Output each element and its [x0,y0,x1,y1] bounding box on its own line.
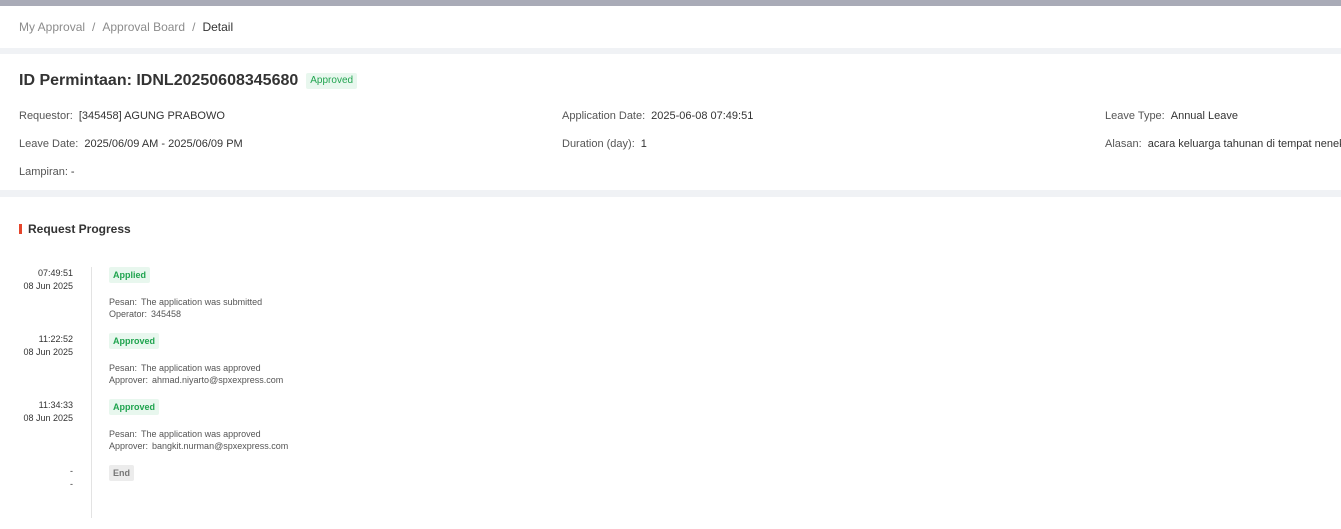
timeline-date: 08 Jun 2025 [23,281,73,291]
timeline-timestamp: 11:34:33 08 Jun 2025 [23,399,73,425]
section-title-text: Request Progress [28,222,131,236]
timeline-time: 11:22:52 [38,334,73,344]
timeline-date: 08 Jun 2025 [23,413,73,423]
timeline-message: Pesan: The application was approved [109,362,283,374]
section-title: Request Progress [19,222,131,236]
breadcrumb: My Approval / Approval Board / Detail [19,20,233,34]
field-value: Annual Leave [1170,110,1239,122]
actor-value: bangkit.nurman@spxexpress.com [152,441,289,451]
field-alasan: Alasan: acara keluarga tahunan di tempat … [1105,138,1341,150]
timeline-item: Approved Pesan: The application was appro… [109,399,288,452]
field-value: acara keluarga tahunan di tempat nenek [1147,138,1341,150]
field-value: 2025-06-08 07:49:51 [651,110,754,122]
message-text: The application was approved [141,429,261,439]
timeline-item: Approved Pesan: The application was appro… [109,333,283,386]
section-accent-bar [19,224,22,234]
message-label: Pesan: [109,429,138,439]
message-label: Pesan: [109,363,138,373]
timeline-item: End [109,465,134,488]
timeline-message: Pesan: The application was submitted [109,296,262,308]
actor-label: Operator: [109,309,148,319]
field-application-date: Application Date: 2025-06-08 07:49:51 [562,110,753,122]
actor-label: Approver: [109,441,149,451]
field-leave-date: Leave Date: 2025/06/09 AM - 2025/06/09 PM [19,138,243,150]
message-label: Pesan: [109,297,138,307]
timeline-actor: Approver: ahmad.niyarto@spxexpress.com [109,374,283,386]
timeline-timestamp: - - [70,465,73,491]
timeline-status-badge: Approved [109,399,160,415]
message-text: The application was approved [141,363,261,373]
timeline-time: 07:49:51 [37,268,73,278]
breadcrumb-approval-board[interactable]: Approval Board [102,20,185,34]
field-label: Leave Date: [19,138,79,150]
actor-value: 345458 [151,309,182,319]
timeline-message: Pesan: The application was approved [109,428,288,440]
timeline-time: - [70,466,73,476]
field-lampiran: Lampiran: - [19,166,75,178]
progress-card: Request Progress 07:49:51 08 Jun 2025 Ap… [0,197,1341,529]
field-value: 1 [640,138,647,150]
timeline-actor: Approver: bangkit.nurman@spxexpress.com [109,440,288,452]
timeline-time: 11:34:33 [38,400,73,410]
field-label: Duration (day): [562,138,635,150]
page-title: ID Permintaan: IDNL20250608345680 [19,72,299,89]
breadcrumb-separator: / [192,20,196,34]
breadcrumb-separator: / [92,20,96,34]
breadcrumb-current: Detail [202,20,234,34]
timeline-status-badge: Approved [109,333,160,349]
breadcrumb-my-approval[interactable]: My Approval [19,20,85,34]
field-value: [345458] AGUNG PRABOWO [78,110,225,122]
timeline-timestamp: 07:49:51 08 Jun 2025 [23,267,73,293]
status-badge: Approved [306,73,358,89]
message-text: The application was submitted [141,297,263,307]
field-value: - [70,166,75,178]
timeline-timestamp: 11:22:52 08 Jun 2025 [23,333,73,359]
actor-label: Approver: [109,375,149,385]
field-label: Leave Type: [1105,110,1165,122]
field-label: Alasan: [1105,138,1142,150]
timeline-date: - [70,479,73,489]
timeline-date: 08 Jun 2025 [23,347,73,357]
field-value: 2025/06/09 AM - 2025/06/09 PM [84,138,243,150]
timeline-line [91,267,92,518]
field-label: Lampiran: [19,166,68,178]
timeline-actor: Operator: 345458 [109,308,262,320]
breadcrumb-card: My Approval / Approval Board / Detail [0,6,1341,48]
field-label: Application Date: [562,110,646,122]
title-row: ID Permintaan: IDNL20250608345680 Approv… [19,72,358,90]
field-leave-type: Leave Type: Annual Leave [1105,110,1238,122]
field-requestor: Requestor: [345458] AGUNG PRABOWO [19,110,225,122]
timeline-item: Applied Pesan: The application was submit… [109,267,262,320]
field-label: Requestor: [19,110,73,122]
detail-card: ID Permintaan: IDNL20250608345680 Approv… [0,54,1341,190]
timeline-status-badge: Applied [109,267,150,283]
actor-value: ahmad.niyarto@spxexpress.com [152,375,284,385]
timeline-end-badge: End [109,465,134,481]
field-duration: Duration (day): 1 [562,138,647,150]
